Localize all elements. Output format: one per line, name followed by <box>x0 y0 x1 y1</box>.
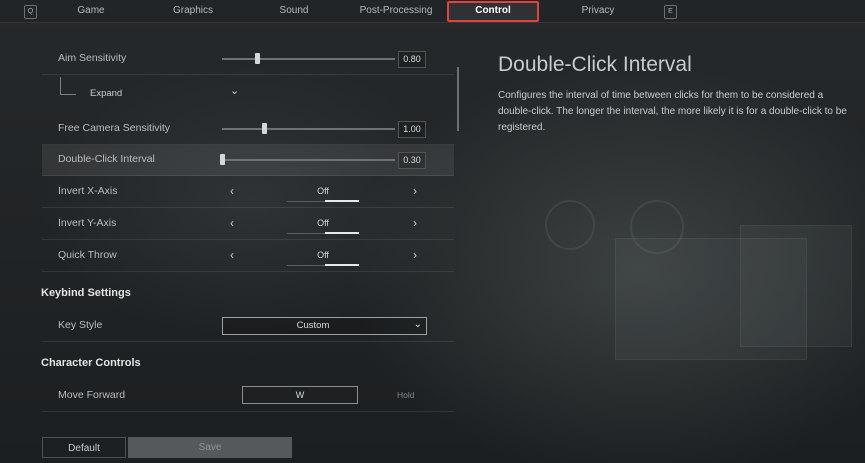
expand-row[interactable]: Expand ⌄ <box>42 77 454 107</box>
double-click-interval-value[interactable]: 0.30 <box>398 152 426 169</box>
free-camera-sensitivity-value[interactable]: 1.00 <box>398 121 426 138</box>
key-style-row[interactable]: Key Style Custom ⌄ <box>42 311 454 342</box>
save-button[interactable]: Save <box>128 437 292 458</box>
chevron-right-icon[interactable]: › <box>413 248 417 262</box>
aim-sensitivity-thumb[interactable] <box>254 53 260 64</box>
invert-y-axis-row[interactable]: Invert Y-Axis ‹ Off › <box>42 209 454 240</box>
toggle-indicator <box>325 232 359 234</box>
scrollbar[interactable] <box>457 67 459 131</box>
chevron-down-icon[interactable]: ⌄ <box>230 84 239 97</box>
double-click-interval-label: Double-Click Interval <box>58 153 155 165</box>
move-forward-label: Move Forward <box>58 389 126 401</box>
tab-bar: Q Game Graphics Sound Post-Processing Co… <box>0 0 865 23</box>
double-click-interval-thumb[interactable] <box>220 154 225 165</box>
settings-panel: Aim Sensitivity 0.80 Expand ⌄ Free Camer… <box>40 44 454 414</box>
detail-description: Configures the interval of time between … <box>498 90 847 133</box>
free-camera-sensitivity-slider[interactable] <box>222 128 395 130</box>
toggle-indicator <box>325 264 359 266</box>
chevron-down-icon: ⌄ <box>413 319 422 330</box>
quick-throw-value: Off <box>317 250 329 260</box>
tab-game[interactable]: Game <box>60 0 122 22</box>
move-forward-row[interactable]: Move Forward W Hold <box>42 381 454 412</box>
detail-title: Double-Click Interval <box>498 53 692 76</box>
quick-throw-label: Quick Throw <box>58 249 117 261</box>
quick-throw-row[interactable]: Quick Throw ‹ Off › <box>42 241 454 272</box>
invert-y-axis-label: Invert Y-Axis <box>58 217 117 229</box>
invert-x-axis-value: Off <box>317 186 329 196</box>
chevron-right-icon[interactable]: › <box>413 184 417 198</box>
chevron-left-icon[interactable]: ‹ <box>230 216 234 230</box>
key-style-label: Key Style <box>58 319 103 331</box>
move-forward-key[interactable]: W <box>242 386 358 404</box>
invert-x-axis-label: Invert X-Axis <box>58 185 118 197</box>
tab-graphics[interactable]: Graphics <box>162 0 224 22</box>
chevron-left-icon[interactable]: ‹ <box>230 184 234 198</box>
prev-tab-key[interactable]: Q <box>24 5 37 19</box>
equipment-decoration <box>740 225 852 347</box>
next-tab-key[interactable]: E <box>664 5 677 19</box>
tree-connector-vertical <box>60 77 61 94</box>
tab-control[interactable]: Control <box>447 0 539 22</box>
key-style-value: Custom <box>296 320 330 331</box>
key-style-dropdown[interactable]: Custom ⌄ <box>222 317 427 335</box>
free-camera-sensitivity-label: Free Camera Sensitivity <box>58 122 171 134</box>
film-reel-decoration <box>545 200 595 250</box>
invert-y-axis-value: Off <box>317 218 329 228</box>
tab-privacy[interactable]: Privacy <box>567 0 629 22</box>
aim-sensitivity-slider[interactable] <box>222 58 395 60</box>
character-controls-heading: Character Controls <box>41 357 141 369</box>
double-click-interval-slider[interactable] <box>222 159 395 161</box>
aim-sensitivity-value[interactable]: 0.80 <box>398 51 426 68</box>
default-button[interactable]: Default <box>42 437 126 458</box>
expand-label: Expand <box>90 88 123 99</box>
double-click-interval-row[interactable]: Double-Click Interval 0.30 <box>42 145 454 176</box>
tab-sound[interactable]: Sound <box>263 0 325 22</box>
move-forward-mode[interactable]: Hold <box>397 390 414 400</box>
invert-x-axis-row[interactable]: Invert X-Axis ‹ Off › <box>42 177 454 208</box>
tab-post-processing[interactable]: Post-Processing <box>350 0 442 22</box>
keybind-settings-heading: Keybind Settings <box>41 287 131 299</box>
free-camera-sensitivity-row[interactable]: Free Camera Sensitivity 1.00 <box>42 114 454 145</box>
chevron-right-icon[interactable]: › <box>413 216 417 230</box>
toggle-indicator <box>325 200 359 202</box>
aim-sensitivity-row[interactable]: Aim Sensitivity 0.80 <box>42 44 454 75</box>
chevron-left-icon[interactable]: ‹ <box>230 248 234 262</box>
free-camera-sensitivity-thumb[interactable] <box>261 123 267 134</box>
aim-sensitivity-label: Aim Sensitivity <box>58 52 127 64</box>
tree-connector-horizontal <box>60 94 76 95</box>
